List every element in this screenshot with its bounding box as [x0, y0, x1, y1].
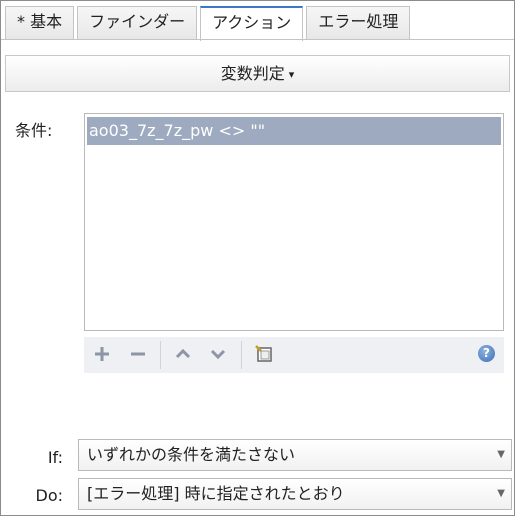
tab-action[interactable]: アクション	[200, 6, 304, 41]
chevron-down-icon: ▼	[497, 449, 505, 460]
tab-error-handling[interactable]: エラー処理	[306, 6, 411, 39]
tab-bar: * 基本 ファインダー アクション エラー処理	[5, 6, 413, 41]
chevron-up-icon[interactable]	[173, 345, 193, 365]
chevron-down-icon[interactable]	[208, 345, 228, 365]
conditions-list[interactable]: ao03_7z_7z_pw <> ""	[84, 113, 504, 331]
chevron-down-icon: ▼	[497, 488, 505, 499]
conditions-label: 条件:	[15, 121, 53, 140]
chevron-down-icon: ▾	[288, 68, 295, 81]
dialog-frame: * 基本 ファインダー アクション エラー処理 変数判定 ▾ 条件: ao03_7…	[0, 0, 515, 516]
tab-finder[interactable]: ファインダー	[77, 6, 198, 39]
action-type-label: 変数判定	[220, 64, 285, 83]
do-label: Do:	[35, 486, 64, 505]
if-select-value: いずれかの条件を満たさない	[87, 445, 296, 464]
do-select[interactable]: [エラー処理] 時に指定されたとおり ▼	[78, 478, 512, 510]
tab-divider	[1, 39, 514, 40]
do-select-value: [エラー処理] 時に指定されたとおり	[87, 484, 345, 503]
toolbar-separator	[241, 341, 242, 369]
if-select[interactable]: いずれかの条件を満たさない ▼	[78, 439, 512, 471]
note-icon[interactable]	[254, 345, 274, 365]
help-icon[interactable]: ?	[478, 345, 498, 365]
if-label: If:	[47, 448, 63, 467]
tab-basic[interactable]: * 基本	[5, 6, 75, 39]
toolbar-separator	[160, 341, 161, 369]
conditions-toolbar: ?	[84, 337, 504, 373]
action-type-dropdown[interactable]: 変数判定 ▾	[5, 55, 510, 92]
condition-item[interactable]: ao03_7z_7z_pw <> ""	[87, 117, 501, 145]
plus-icon[interactable]	[92, 345, 112, 365]
minus-icon[interactable]	[128, 345, 148, 365]
